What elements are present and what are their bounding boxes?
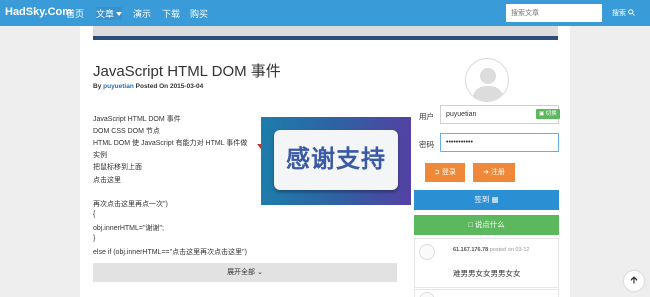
article-line: else if (obj.innerHTML=="点击这里再次点击这里") (93, 249, 247, 256)
header-banner-strip (93, 36, 558, 40)
signin-button[interactable]: 签到 ▦ (414, 190, 559, 210)
site-logo[interactable]: HadSky.Com (5, 6, 72, 18)
say-something-label: 说点什么 (474, 220, 505, 229)
signin-label: 签到 (474, 195, 490, 204)
article-line: 点击这里 (93, 177, 121, 184)
comment-date: 03-12 (515, 247, 530, 253)
article-title: JavaScript HTML DOM 事件 (93, 63, 281, 80)
comment-icon: □ (468, 220, 473, 229)
byline-prefix: By (93, 83, 102, 90)
nav-demo[interactable]: 演示 (133, 7, 151, 20)
article-line: HTML DOM 使 JavaScript 有能力对 HTML 事件做 (93, 140, 248, 147)
password-label: 密码 (419, 140, 434, 149)
article-line: } (93, 235, 96, 242)
article-line: JavaScript HTML DOM 事件 (93, 116, 181, 123)
search-button-label: 搜索 (612, 10, 626, 17)
register-icon: ➜ (483, 169, 489, 176)
caret-down-icon (116, 12, 123, 16)
register-button[interactable]: ➜ 注册 (473, 163, 515, 182)
comment-item: 61.167.176.78 posted on 03-12 难男男女女男男女女 (414, 238, 559, 288)
expand-all-button[interactable]: 展开全部 ⌄ (93, 263, 397, 282)
default-avatar-icon (472, 68, 504, 101)
username-label: 用户 (419, 112, 434, 121)
top-navbar: HadSky.Com 首页 文章 演示 下载 购买 搜索 (0, 0, 650, 26)
nav-articles[interactable]: 文章 (96, 7, 123, 20)
login-label: 登录 (441, 169, 456, 176)
article-line: DOM CSS DOM 节点 (93, 128, 160, 135)
nav-home[interactable]: 首页 (66, 7, 84, 20)
search-icon (628, 9, 635, 16)
header-banner (93, 26, 558, 36)
register-label: 注册 (490, 169, 505, 176)
calendar-icon: ▦ (491, 195, 499, 204)
switch-user-button[interactable]: ▣ 切换 (536, 109, 560, 119)
lock-icon: ▣ (539, 111, 545, 117)
comment-ip: 61.167.176.78 (453, 247, 489, 253)
comment-meta: 61.167.176.78 posted on 03-12 (453, 247, 530, 253)
nav-articles-label: 文章 (96, 9, 115, 19)
login-button[interactable]: ➲ 登录 (425, 163, 465, 182)
nav-buy[interactable]: 购买 (190, 7, 208, 20)
comment-item (414, 289, 559, 297)
article-line: 再次点击这里再点一次") (93, 201, 168, 208)
search-input[interactable] (506, 4, 602, 22)
nav-download[interactable]: 下载 (162, 7, 180, 20)
commenter-avatar (419, 292, 435, 297)
search-button[interactable]: 搜索 (612, 8, 635, 18)
author-link[interactable]: puyuetian (103, 83, 134, 90)
article-line: { (93, 211, 96, 218)
login-icon: ➲ (434, 169, 440, 176)
article-line: obj.innerHTML="谢谢"; (93, 225, 164, 232)
switch-user-label: 切换 (545, 111, 557, 117)
thanks-text: 感谢支持 (274, 130, 398, 190)
back-to-top-button[interactable]: 🡱 (624, 271, 644, 291)
expand-all-label: 展开全部 (227, 269, 256, 276)
commenter-avatar (419, 244, 435, 260)
byline-date: Posted On 2015-03-04 (135, 83, 204, 90)
article-line: 把鼠标移到上面 (93, 164, 142, 171)
say-something-button[interactable]: □ 说点什么 (414, 215, 559, 235)
user-avatar (465, 58, 509, 102)
comment-posted-on: posted on (489, 247, 514, 253)
article-byline: By puyuetian Posted On 2015-03-04 (93, 83, 203, 90)
comment-text: 难男男女女男男女女 (453, 269, 521, 278)
password-field[interactable]: ••••••••••• (440, 133, 559, 152)
arrow-up-icon: 🡱 (630, 275, 638, 286)
chevron-down-icon: ⌄ (257, 269, 263, 276)
thanks-popup[interactable]: 感谢支持 (261, 117, 411, 205)
article-line: 实例 (93, 152, 107, 159)
